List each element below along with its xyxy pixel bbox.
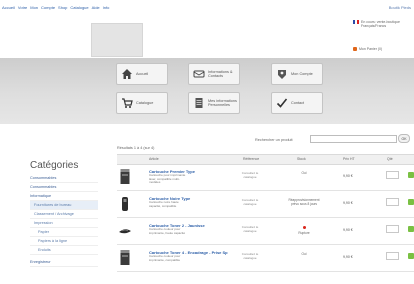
printer-cartridge-image: [120, 169, 130, 184]
category-link-selected[interactable]: Fournitures de bureau: [30, 201, 98, 210]
product-reference: Consultez le catalogue: [241, 225, 259, 233]
cart-link[interactable]: Mon Panier (0): [353, 47, 382, 51]
main-menu: Accueil Informations & Contacts Mon Comp…: [0, 58, 414, 124]
mouse-image: [119, 229, 131, 234]
add-to-cart-button[interactable]: [408, 253, 414, 259]
language-text: En cours: vente-boutique Français/Francs: [361, 20, 400, 28]
home-icon: [121, 68, 133, 80]
column-header: Référence: [243, 157, 260, 161]
menu-tile-personal-info[interactable]: Mes informations Personnelles: [188, 92, 240, 114]
product-search-input[interactable]: [310, 135, 397, 143]
menu-tile-home[interactable]: Accueil: [116, 63, 168, 85]
product-price: 9,90 €: [343, 201, 353, 205]
product-reference: Consultez le catalogue: [241, 198, 259, 206]
product-row: Cartouche Toner 2 - Jaunisse Cartouche c…: [117, 218, 414, 245]
product-description: Cartouche couleur pour imprimante, compa…: [149, 254, 181, 262]
top-nav: Accueil Votre Mon Compte Shop Catalogue …: [0, 5, 109, 10]
stock-status: Rupture: [298, 230, 310, 235]
column-header: Qté: [387, 157, 393, 161]
language-selector[interactable]: En cours: vente-boutique Français/Francs: [353, 20, 400, 28]
product-description: Cartouche noire haute capacité, compatib…: [149, 200, 179, 208]
product-description: Cartouche pour imprimante laser, compati…: [149, 173, 186, 185]
add-to-cart-button[interactable]: [408, 172, 414, 178]
language-sub: Français/Francs: [361, 24, 387, 28]
main-content: Catégories Consommables Consommables Inf…: [0, 124, 414, 284]
menu-tile-account[interactable]: Mon Compte: [271, 63, 323, 85]
stock-status: Oui: [301, 171, 307, 175]
logo[interactable]: [91, 23, 143, 57]
menu-tile-label: Catalogue: [136, 101, 154, 105]
account-link[interactable]: Boutik Pieds: [389, 5, 414, 10]
add-to-cart-button[interactable]: [408, 226, 414, 232]
quantity-input[interactable]: [386, 252, 399, 260]
cart-icon: [353, 47, 357, 51]
menu-tile-label: Accueil: [136, 72, 149, 76]
product-row: Cartouche Premier Type Cartouche pour im…: [117, 164, 414, 191]
stock-status: Réapprovisionnement prévu sous 8 jours: [288, 198, 320, 206]
categories-heading: Catégories: [30, 160, 79, 171]
stock-status-cell: Rupture: [285, 226, 323, 236]
cart-icon: [121, 97, 133, 109]
menu-tile-contacts[interactable]: Informations & Contacts: [188, 63, 240, 85]
search-button[interactable]: OK: [398, 134, 410, 143]
category-link[interactable]: Papiers à la ligne: [30, 237, 98, 246]
menu-tile-contact[interactable]: Contact: [271, 92, 323, 114]
column-header: Prix HT: [343, 157, 355, 161]
category-link[interactable]: Impression: [30, 219, 98, 228]
category-link[interactable]: Papier: [30, 228, 98, 237]
checkmark-icon: [276, 97, 288, 109]
product-price: 9,90 €: [343, 228, 353, 232]
quantity-input[interactable]: [386, 198, 399, 206]
menu-tile-label: Contact: [291, 101, 305, 105]
top-nav-link[interactable]: Compte: [41, 5, 55, 10]
column-header: Stock: [297, 157, 306, 161]
product-row: Cartouche Noire Type Cartouche noire hau…: [117, 191, 414, 218]
category-link[interactable]: Enregistreur: [30, 258, 98, 267]
product-price: 9,90 €: [343, 255, 353, 259]
category-sidebar: Catégories Consommables Consommables Inf…: [30, 160, 98, 267]
column-header: Article: [149, 157, 159, 161]
account-badge-icon: [276, 68, 288, 80]
results-count: Résultats 1 à 4 (sur 4): [117, 146, 155, 150]
product-price: 9,90 €: [343, 174, 353, 178]
category-link[interactable]: Enduits: [30, 246, 98, 255]
product-reference: Consultez le catalogue: [241, 171, 259, 179]
top-nav-link[interactable]: Mon: [30, 5, 38, 10]
add-to-cart-button[interactable]: [408, 199, 414, 205]
quantity-input[interactable]: [386, 171, 399, 179]
top-bar: Accueil Votre Mon Compte Shop Catalogue …: [0, 0, 414, 14]
quantity-input[interactable]: [386, 225, 399, 233]
menu-tile-label: Mes informations Personnelles: [208, 99, 237, 107]
top-nav-link[interactable]: Votre: [18, 5, 27, 10]
cart-label: Mon Panier (0): [359, 47, 383, 51]
top-nav-link[interactable]: Aide: [92, 5, 100, 10]
product-reference: Consultez le catalogue: [241, 252, 259, 260]
french-flag-icon: [353, 20, 359, 24]
menu-tile-label: Informations & Contacts: [208, 70, 233, 78]
category-link[interactable]: Consommables: [30, 183, 98, 192]
top-nav-link[interactable]: Accueil: [2, 5, 15, 10]
out-of-stock-indicator: [302, 226, 306, 229]
category-link[interactable]: Informatique: [30, 192, 98, 201]
top-nav-link[interactable]: Catalogue: [70, 5, 88, 10]
toner-image: [122, 197, 128, 211]
document-icon: [193, 97, 205, 109]
top-nav-link[interactable]: Shop: [58, 5, 67, 10]
menu-tile-catalogue[interactable]: Catalogue: [116, 92, 168, 114]
printer-cartridge-image: [120, 250, 130, 265]
category-link[interactable]: Classement / Archivage: [30, 210, 98, 219]
search-label: Rechercher un produit: [255, 138, 293, 142]
stock-status: Oui: [301, 252, 307, 256]
product-description: Cartouche couleur pour imprimante, haute…: [149, 227, 186, 235]
category-link[interactable]: Consommables: [30, 174, 98, 183]
top-nav-link[interactable]: Info: [103, 5, 110, 10]
contact-card-icon: [193, 68, 205, 80]
product-row: Cartouche Toner 4 - Encadrage - Prise Sp…: [117, 245, 414, 272]
menu-tile-label: Mon Compte: [291, 72, 313, 76]
